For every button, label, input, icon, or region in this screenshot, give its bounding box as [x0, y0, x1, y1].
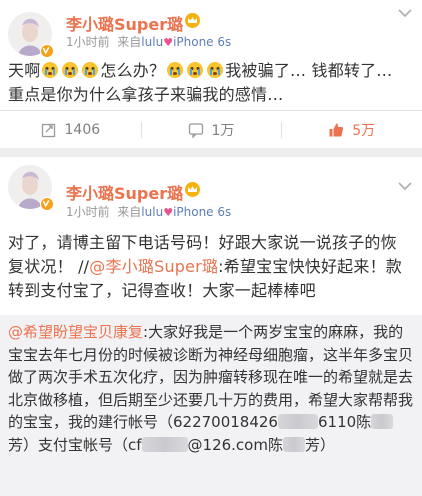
source-device[interactable]: iPhone 6s [173, 205, 231, 219]
crown-icon [185, 182, 200, 197]
source-device[interactable]: iPhone 6s [173, 35, 231, 49]
mention-link[interactable]: @希望盼望宝贝康复 [8, 323, 143, 341]
post-text: 对了，请博主留下电话号码！好跟大家说一说孩子的恢复状况！ //@李小璐Super… [8, 231, 410, 303]
post-meta: 1小时前 来自lulu♥iPhone 6s [66, 33, 231, 50]
repost-icon [41, 123, 55, 137]
redacted-blur [282, 436, 305, 452]
redacted-blur [371, 414, 394, 429]
crying-face-icon [187, 62, 204, 78]
author-name[interactable]: 李小璐Super璐 [66, 180, 183, 204]
crying-face-icon [62, 62, 79, 78]
source-prefix: 来自 [117, 205, 142, 219]
repost-text-part: 芳）支付宝帐号（cf [8, 435, 142, 454]
reposted-content[interactable]: @希望盼望宝贝康复:大家好我是一个两岁宝宝的麻麻，我的宝宝去年七月份的时候被诊断… [0, 315, 422, 496]
mention-link[interactable]: @李小璐Super璐 [89, 257, 218, 276]
like-count: 5万 [352, 122, 376, 139]
post-meta: 1小时前 来自lulu♥iPhone 6s [66, 203, 231, 220]
redacted-blur [141, 436, 188, 452]
crying-face-icon [42, 62, 59, 78]
post-text-part: 天啊 [8, 61, 41, 80]
post-time: 1小时前 [66, 35, 110, 49]
crying-face-icon [207, 62, 224, 78]
repost-text-part: @126.com陈 [187, 435, 283, 454]
source-name[interactable]: lulu [141, 35, 163, 49]
author-name[interactable]: 李小璐Super璐 [66, 11, 183, 35]
source-prefix: 来自 [117, 35, 142, 49]
chevron-down-icon[interactable] [396, 6, 414, 20]
post-card: 李小璐Super璐 1小时前 来自lulu♥iPhone 6s 天啊 怎么办？ 我被… [0, 0, 422, 148]
repost-button[interactable]: 1406 [0, 111, 141, 148]
thumbs-up-icon [329, 123, 344, 136]
verified-badge-icon [40, 197, 54, 211]
post-time: 1小时前 [66, 205, 110, 219]
repost-count: 1406 [64, 121, 101, 138]
post-card: 李小璐Super璐 1小时前 来自lulu♥iPhone 6s 对了，请博主留下… [0, 157, 422, 496]
post-text: 天啊 怎么办？ 我被骗了… 钱都转了… 重点是你为什么拿孩子来骗我的感情… [8, 59, 410, 107]
comment-count: 1万 [211, 122, 235, 139]
post-actions: 1406 1万 5万 [0, 110, 422, 148]
post-text-part: 怎么办？ [100, 61, 166, 80]
crying-face-icon [82, 62, 99, 78]
source-name[interactable]: lulu [141, 205, 163, 219]
crying-face-icon [167, 62, 184, 78]
weibo-feed: 李小璐Super璐 1小时前 来自lulu♥iPhone 6s 天啊 怎么办？ 我被… [0, 0, 422, 496]
heart-icon: ♥ [163, 206, 174, 219]
repost-text: @希望盼望宝贝康复:大家好我是一个两岁宝宝的麻麻，我的宝宝去年七月份的时候被诊断… [8, 321, 414, 456]
repost-text-part: 芳） [304, 435, 335, 454]
heart-icon: ♥ [163, 36, 174, 49]
redacted-blur [277, 414, 318, 429]
crown-icon [185, 13, 200, 28]
repost-text-part: 6110陈 [317, 413, 372, 431]
comment-button[interactable]: 1万 [140, 111, 282, 148]
like-button[interactable]: 5万 [281, 111, 422, 148]
chevron-down-icon[interactable] [396, 179, 414, 193]
verified-badge-icon [40, 44, 54, 58]
comment-icon [188, 122, 203, 138]
